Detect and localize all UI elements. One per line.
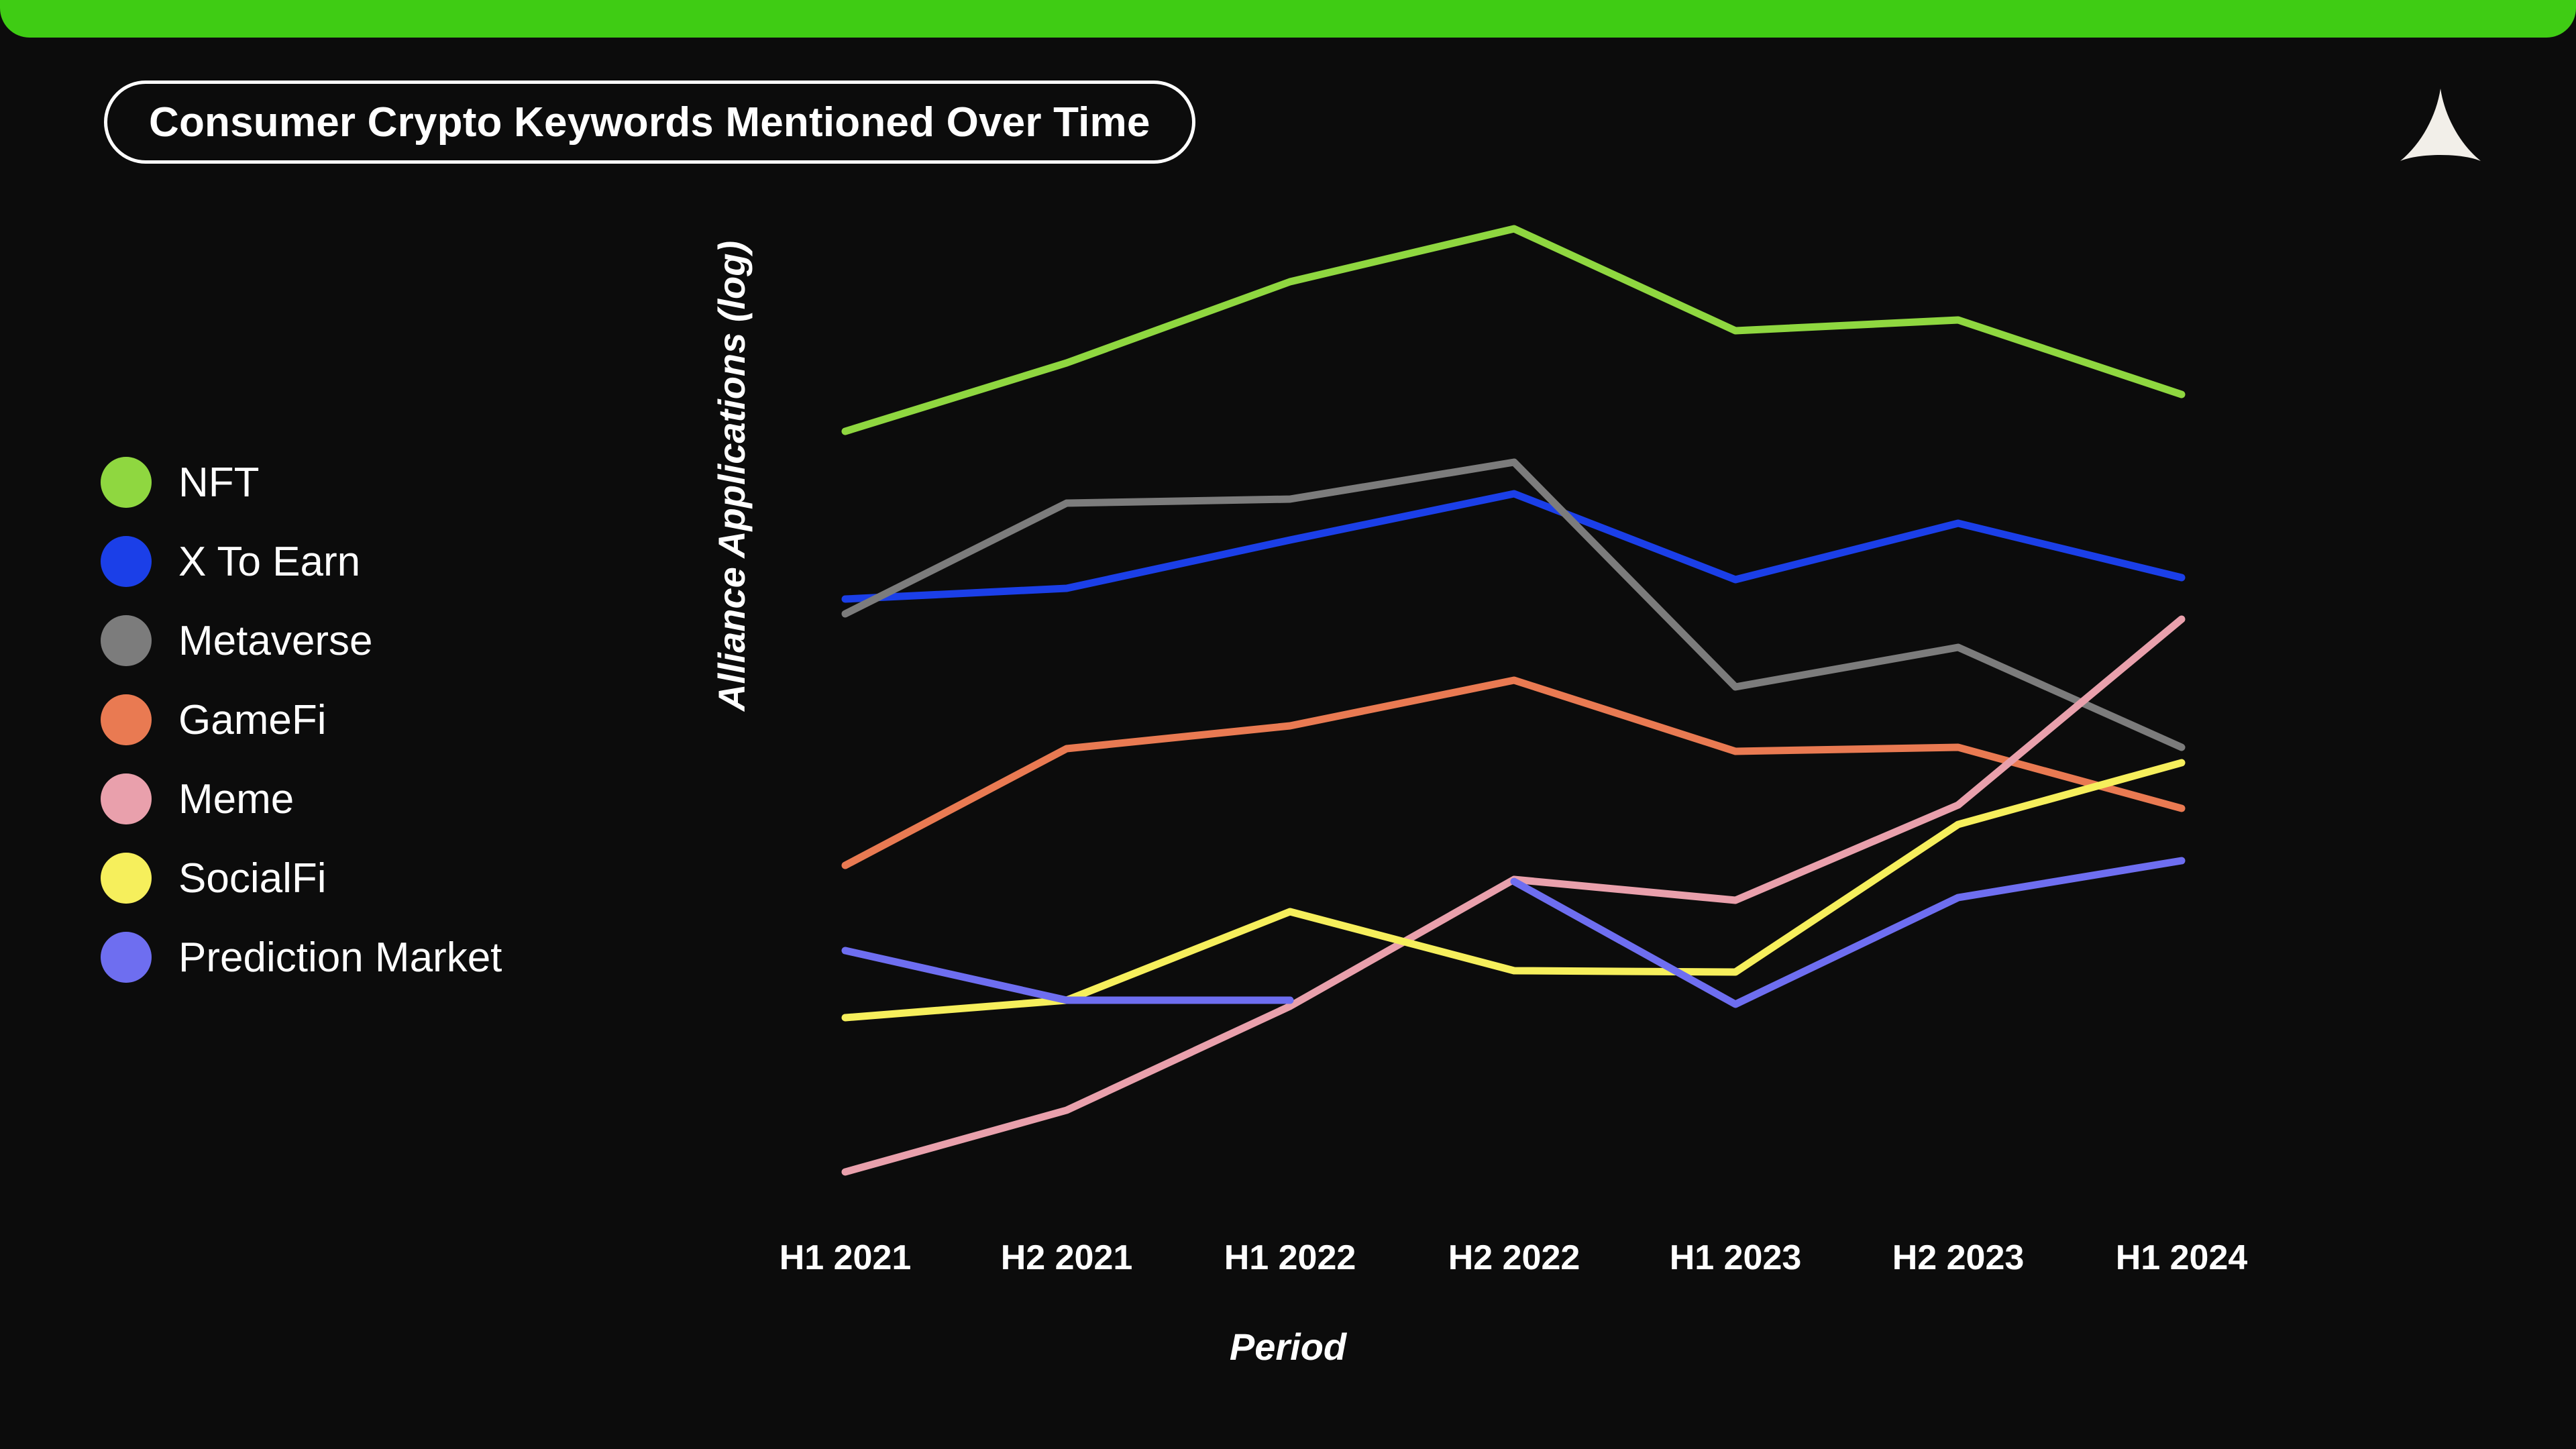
page-title: Consumer Crypto Keywords Mentioned Over … — [149, 99, 1150, 146]
x-axis-tick-label: H2 2022 — [1448, 1238, 1580, 1277]
legend-swatch-icon — [101, 457, 152, 508]
legend-swatch-icon — [101, 853, 152, 904]
top-accent-bar — [0, 0, 2576, 38]
alliance-arrowhead-logo-icon — [2398, 86, 2483, 173]
legend-item-x-to-earn[interactable]: X To Earn — [101, 522, 502, 601]
legend-item-label: Meme — [178, 775, 294, 822]
series-line-gamefi — [841, 676, 2186, 869]
x-axis-title: Period — [1229, 1326, 1347, 1368]
series-line-meme — [841, 615, 2186, 1176]
legend-item-prediction-market[interactable]: Prediction Market — [101, 918, 502, 997]
legend-item-label: X To Earn — [178, 538, 361, 585]
legend-swatch-icon — [101, 773, 152, 824]
x-axis-tick-label: H2 2021 — [1000, 1238, 1133, 1277]
y-axis-title: Alliance Applications (log) — [710, 240, 753, 711]
series-line-x-to-earn — [841, 490, 2186, 603]
legend-item-metaverse[interactable]: Metaverse — [101, 601, 502, 680]
legend-item-meme[interactable]: Meme — [101, 759, 502, 839]
series-line-prediction-market — [841, 947, 1294, 1004]
legend-item-label: GameFi — [178, 696, 327, 743]
series-line-metaverse — [841, 458, 2186, 751]
legend-item-gamefi[interactable]: GameFi — [101, 680, 502, 759]
x-axis-tick-row: H1 2021 H2 2021 H1 2022 H2 2022 H1 2023 H2 20… — [0, 1238, 2576, 1291]
legend-item-label: NFT — [178, 459, 260, 506]
x-axis-tick-label: H1 2021 — [779, 1238, 912, 1277]
series-line-prediction-market — [1510, 857, 2186, 1008]
x-axis-tick-label: H1 2023 — [1669, 1238, 1802, 1277]
legend-item-label: Metaverse — [178, 617, 373, 664]
legend-item-label: SocialFi — [178, 855, 327, 902]
series-line-nft — [841, 225, 2186, 435]
series-line-socialfi — [841, 759, 2186, 1022]
legend-swatch-icon — [101, 536, 152, 587]
x-axis-tick-label: H2 2023 — [1892, 1238, 2025, 1277]
x-axis-tick-label: H1 2022 — [1224, 1238, 1356, 1277]
legend-item-socialfi[interactable]: SocialFi — [101, 839, 502, 918]
legend-swatch-icon — [101, 615, 152, 666]
chart-legend: NFT X To Earn Metaverse GameFi Meme Soci… — [101, 443, 502, 997]
chart-title-pill: Consumer Crypto Keywords Mentioned Over … — [104, 80, 1195, 164]
legend-swatch-icon — [101, 932, 152, 983]
legend-item-label: Prediction Market — [178, 934, 502, 981]
legend-swatch-icon — [101, 694, 152, 745]
legend-item-nft[interactable]: NFT — [101, 443, 502, 522]
x-axis-tick-label: H1 2024 — [2115, 1238, 2248, 1277]
